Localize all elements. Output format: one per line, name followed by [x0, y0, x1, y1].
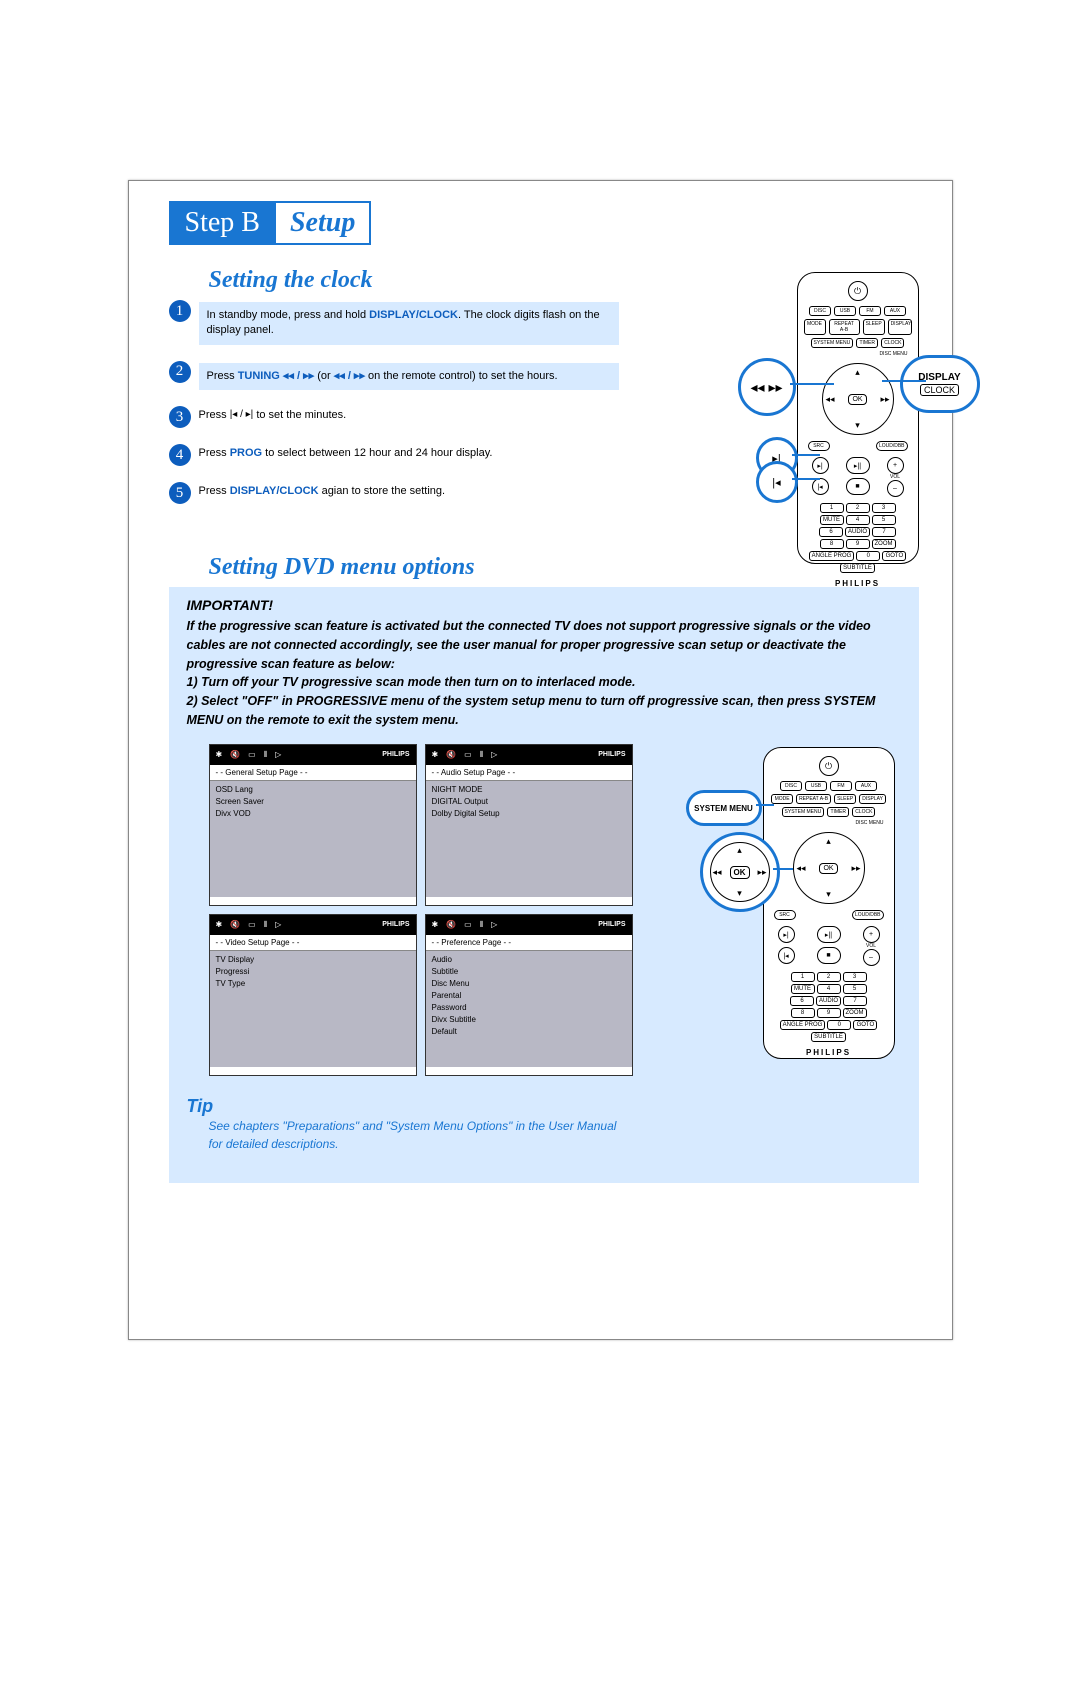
remote-illustration-2: ⏻ DISCUSBFMAUX MODEREPEAT A-BSLEEPDISPLA… — [695, 747, 895, 1067]
callout-ok-pad: ▴▾ ◂◂▸▸ OK — [700, 832, 780, 912]
callout-display-clock: DISPLAYCLOCK — [900, 355, 980, 413]
step-text: Press PROG to select between 12 hour and… — [199, 446, 493, 461]
step-text: Press |◂ / ▸| to set the minutes. — [199, 408, 347, 423]
step-number: 3 — [169, 406, 191, 428]
tip-heading: Tip — [187, 1096, 919, 1117]
remote-illustration-1: ⏻ DISCUSBFMAUX MODEREPEAT A-BSLEEPDISPLA… — [739, 272, 919, 582]
step-number: 5 — [169, 482, 191, 504]
osd-menu: ✱🔇▭⫴▷PHILIPS- - General Setup Page - -OS… — [209, 744, 417, 906]
step-text: Press TUNING ◂◂ / ▸▸ (or ◂◂ / ▸▸ on the … — [199, 363, 619, 390]
numpad: 123MUTE456AUDIO789ZOOMANGLE PROG0GOTOSUB… — [808, 503, 908, 573]
brand-label: PHILIPS — [770, 1048, 888, 1057]
nav-pad: ▴▾ ◂◂▸▸ OK — [822, 363, 894, 435]
clock-steps: ⏻ DISCUSBFMAUX MODEREPEAT A-BSLEEPDISPLA… — [169, 302, 919, 504]
power-icon: ⏻ — [848, 281, 868, 301]
step-number: 4 — [169, 444, 191, 466]
osd-menu: ✱🔇▭⫴▷PHILIPS- - Preference Page - -Audio… — [425, 914, 633, 1076]
step-number: 1 — [169, 300, 191, 322]
tip-text: See chapters "Preparations" and "System … — [209, 1117, 629, 1153]
step-text: In standby mode, press and hold DISPLAY/… — [199, 302, 619, 345]
dvd-panel: IMPORTANT! If the progressive scan featu… — [169, 587, 919, 1183]
important-heading: IMPORTANT! — [187, 597, 901, 613]
step-row: 4 Press PROG to select between 12 hour an… — [169, 446, 629, 466]
callout-rewind-fwd: ◂◂ ▸▸ — [738, 358, 796, 416]
callout-system-menu: SYSTEM MENU — [686, 790, 762, 826]
step-b-badge: Step B — [169, 201, 276, 245]
numpad-2: 123MUTE456AUDIO789ZOOMANGLE PROG0GOTOSUB… — [779, 972, 879, 1042]
step-row: 2 Press TUNING ◂◂ / ▸▸ (or ◂◂ / ▸▸ on the… — [169, 363, 629, 390]
step-row: 3 Press |◂ / ▸| to set the minutes. — [169, 408, 629, 428]
important-text: If the progressive scan feature is activ… — [187, 617, 901, 730]
callout-skip-prev: |◂ — [756, 461, 798, 503]
step-row: 5 Press DISPLAY/CLOCK agian to store the … — [169, 484, 629, 504]
nav-pad: ▴▾ ◂◂▸▸ OK — [793, 832, 865, 904]
step-number: 2 — [169, 361, 191, 383]
osd-menu: ✱🔇▭⫴▷PHILIPS- - Video Setup Page - -TV D… — [209, 914, 417, 1076]
step-header: Step B Setup — [169, 201, 952, 245]
step-text: Press DISPLAY/CLOCK agian to store the s… — [199, 484, 446, 499]
power-icon: ⏻ — [819, 756, 839, 776]
setup-label: Setup — [276, 201, 371, 245]
step-row: 1 In standby mode, press and hold DISPLAY… — [169, 302, 629, 345]
manual-page: Step B Setup Setting the clock ⏻ DISCUSB… — [128, 180, 953, 1340]
menu-screens: ✱🔇▭⫴▷PHILIPS- - General Setup Page - -OS… — [209, 744, 639, 1076]
osd-menu: ✱🔇▭⫴▷PHILIPS- - Audio Setup Page - -NIGH… — [425, 744, 633, 906]
